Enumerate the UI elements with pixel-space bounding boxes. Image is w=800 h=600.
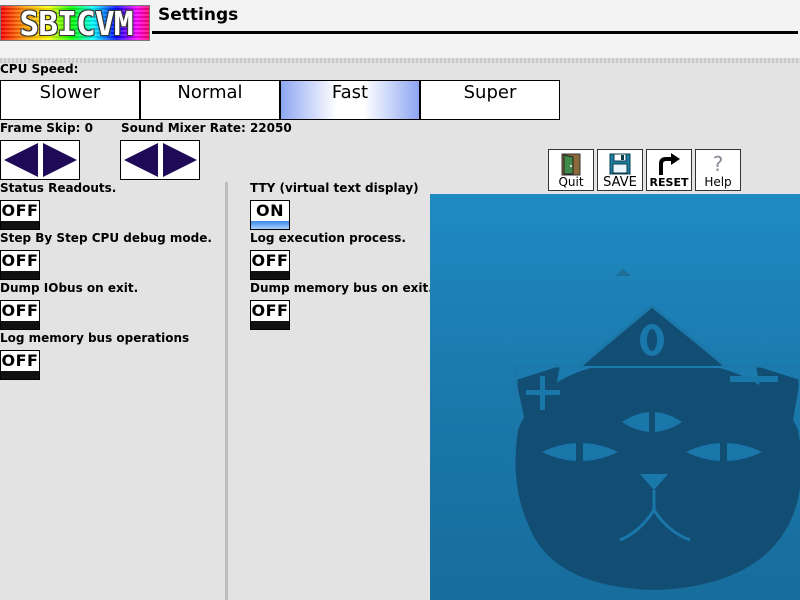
sound-mixer-label: Sound Mixer Rate: 22050 (121, 121, 292, 135)
speed-fast-button[interactable]: Fast (280, 80, 420, 120)
door-icon (561, 153, 581, 176)
toggle-state: OFF (251, 301, 289, 320)
cpu-speed-label: CPU Speed: (0, 62, 79, 76)
log-memory-bus-label: Log memory bus operations (0, 331, 190, 345)
quit-button[interactable]: Quit (548, 149, 594, 191)
log-execution-toggle[interactable]: OFF (250, 250, 290, 280)
page-title: Settings (158, 5, 239, 25)
right-arrow-icon (43, 143, 77, 177)
reset-button[interactable]: RESET (646, 149, 692, 191)
dump-iobus-label: Dump IObus on exit. (0, 281, 139, 295)
speed-slower-button[interactable]: Slower (0, 80, 140, 120)
log-execution-label: Log execution process. (250, 231, 406, 245)
toggle-state: OFF (1, 351, 39, 370)
help-label: Help (704, 175, 732, 189)
floppy-disk-icon (609, 153, 631, 175)
toggle-state: OFF (251, 251, 289, 270)
frame-skip-stepper (0, 140, 80, 180)
toggle-state: OFF (1, 201, 39, 220)
logo-text: SBICVM (19, 5, 133, 41)
log-memory-bus-toggle[interactable]: OFF (0, 350, 40, 380)
left-arrow-icon (4, 143, 38, 177)
help-button[interactable]: ? Help (695, 149, 741, 191)
preview-panel (430, 194, 800, 600)
quit-label: Quit (558, 175, 584, 189)
dump-memory-bus-toggle[interactable]: OFF (250, 300, 290, 330)
reset-arrow-icon (659, 153, 680, 175)
right-arrow-icon (163, 143, 197, 177)
dump-iobus-toggle[interactable]: OFF (0, 300, 40, 330)
question-mark-icon: ? (712, 152, 724, 176)
status-readouts-label: Status Readouts. (0, 181, 117, 195)
frame-skip-increase-button[interactable] (41, 142, 79, 178)
sound-mixer-decrease-button[interactable] (122, 142, 160, 178)
title-underline (152, 31, 798, 34)
speed-normal-button[interactable]: Normal (140, 80, 280, 120)
tty-toggle[interactable]: ON (250, 200, 290, 230)
save-label: SAVE (603, 175, 637, 190)
mascot-cat-logo (514, 269, 800, 590)
toggle-state: OFF (1, 301, 39, 320)
column-divider (225, 182, 228, 600)
speed-super-button[interactable]: Super (420, 80, 560, 120)
toggle-state: ON (256, 201, 284, 220)
sound-mixer-increase-button[interactable] (161, 142, 199, 178)
frame-skip-label: Frame Skip: 0 (0, 121, 93, 135)
tty-label: TTY (virtual text display) (250, 181, 419, 195)
app-logo: SBICVM (0, 5, 150, 41)
status-readouts-toggle[interactable]: OFF (0, 200, 40, 230)
reset-label: RESET (649, 176, 689, 189)
dump-memory-bus-label: Dump memory bus on exit. (250, 281, 433, 295)
sound-mixer-stepper (120, 140, 200, 180)
step-debug-label: Step By Step CPU debug mode. (0, 231, 212, 245)
frame-skip-decrease-button[interactable] (2, 142, 40, 178)
step-debug-toggle[interactable]: OFF (0, 250, 40, 280)
header-divider (0, 58, 800, 63)
left-arrow-icon (124, 143, 158, 177)
save-button[interactable]: SAVE (597, 149, 643, 191)
toggle-state: OFF (1, 251, 39, 270)
